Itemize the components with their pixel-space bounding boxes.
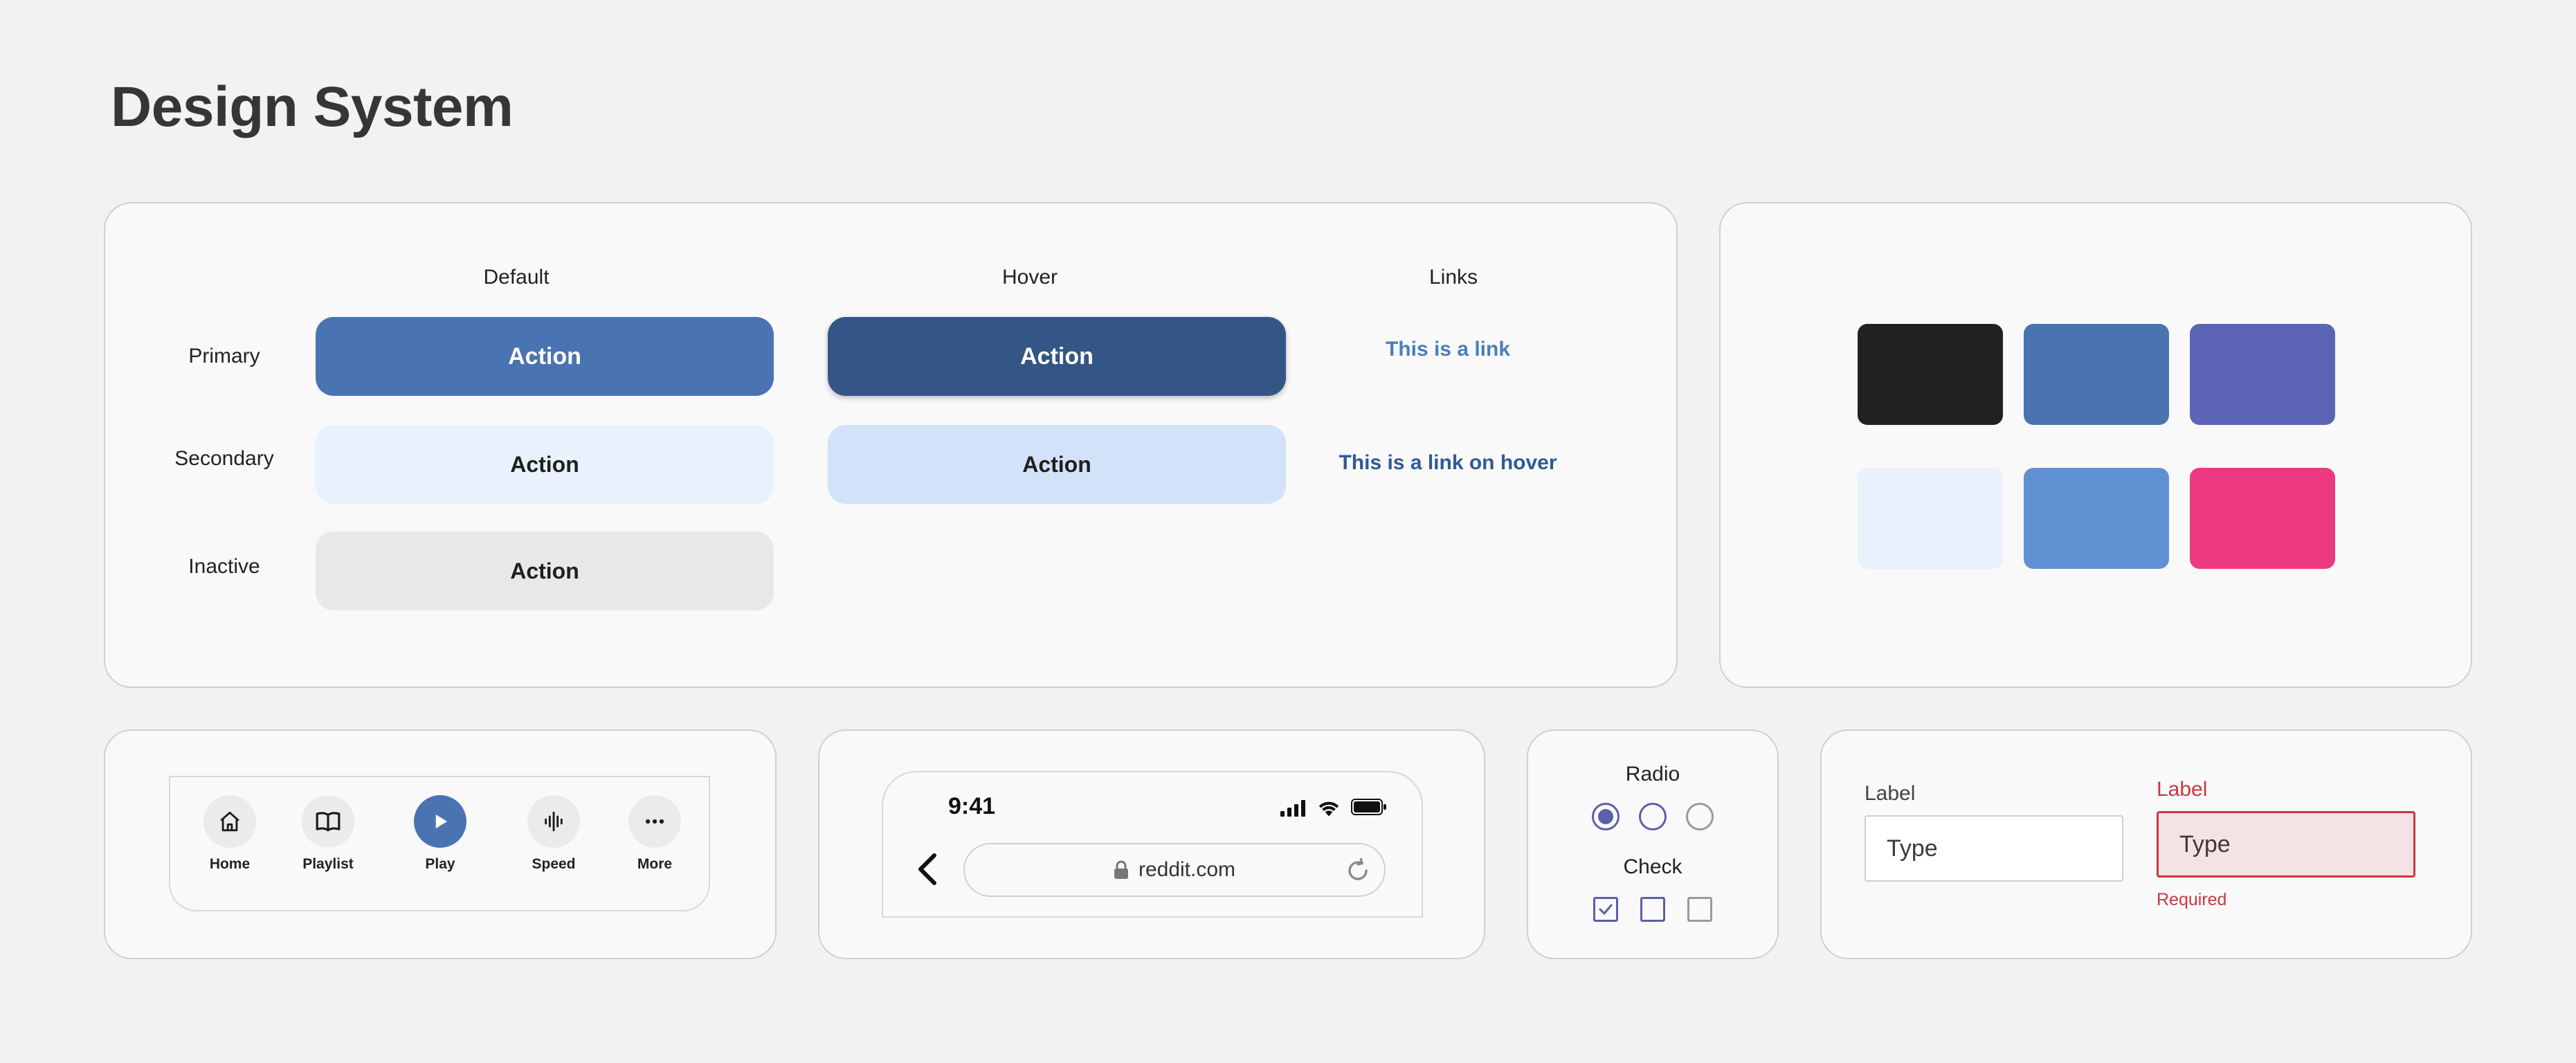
text-input[interactable] (1865, 815, 2123, 882)
inactive-action-button: Action (316, 532, 774, 610)
buttons-card: Default Hover Links Primary Secondary In… (104, 202, 1678, 688)
link-hover[interactable]: This is a link on hover (1303, 451, 1593, 475)
color-palette-card (1719, 202, 2472, 688)
secondary-action-button-hover[interactable]: Action (828, 425, 1286, 504)
lock-icon (1114, 860, 1129, 880)
row-label-primary: Primary (188, 345, 260, 367)
back-icon[interactable] (914, 850, 941, 892)
error-message: Required (2157, 890, 2227, 909)
radio-selected[interactable] (1592, 803, 1620, 830)
tab-label: More (637, 856, 673, 872)
status-time: 9:41 (948, 793, 996, 819)
tab-bar: Home Playlist Play Speed More (169, 776, 710, 911)
error-input-label: Label (2157, 778, 2208, 801)
check-icon (1599, 904, 1613, 915)
url-text: reddit.com (1138, 858, 1236, 881)
primary-action-button-hover[interactable]: Action (828, 317, 1286, 396)
row-label-inactive: Inactive (188, 555, 260, 578)
tab-label: Play (425, 856, 455, 872)
radio-unselected[interactable] (1639, 803, 1667, 830)
color-swatch-blue (2024, 324, 2169, 425)
selection-controls-card: Radio Check (1527, 729, 1779, 959)
tab-more[interactable]: More (613, 795, 696, 873)
tab-home[interactable]: Home (188, 795, 271, 873)
play-icon (414, 795, 466, 848)
column-header-default: Default (483, 266, 550, 289)
checkbox-checked[interactable] (1593, 897, 1618, 922)
tab-label: Playlist (302, 856, 354, 872)
tab-label: Speed (532, 856, 576, 872)
radio-disabled[interactable] (1686, 803, 1714, 830)
secondary-action-button[interactable]: Action (316, 425, 774, 504)
color-swatch-light-blue (1858, 468, 2003, 569)
home-icon (203, 795, 256, 848)
color-swatch-indigo (2190, 324, 2335, 425)
row-label-secondary: Secondary (174, 447, 274, 470)
reload-icon[interactable] (1345, 857, 1370, 887)
mobile-browser: 9:41 reddit.com (882, 771, 1423, 918)
signal-icon (1280, 800, 1307, 820)
radio-heading: Radio (1625, 763, 1680, 785)
book-icon (302, 795, 354, 848)
column-header-links: Links (1428, 266, 1478, 289)
tab-speed[interactable]: Speed (512, 795, 595, 873)
radio-dot (1598, 809, 1613, 824)
primary-action-button[interactable]: Action (316, 317, 774, 396)
check-heading: Check (1623, 855, 1682, 878)
tab-play[interactable]: Play (399, 795, 482, 873)
wifi-icon (1316, 797, 1341, 820)
tab-label: Home (209, 856, 251, 872)
url-bar[interactable]: reddit.com (963, 843, 1386, 897)
checkbox-unchecked[interactable] (1640, 897, 1665, 922)
column-header-hover: Hover (1001, 266, 1058, 289)
page-title: Design System (111, 75, 514, 138)
text-input-error[interactable] (2157, 811, 2415, 878)
color-swatch-black (1858, 324, 2003, 425)
battery-icon (1351, 799, 1387, 819)
color-swatch-medium-blue (2024, 468, 2169, 569)
more-icon (628, 795, 681, 848)
tab-playlist[interactable]: Playlist (287, 795, 370, 873)
link-default[interactable]: This is a link (1303, 338, 1593, 361)
color-swatch-pink (2190, 468, 2335, 569)
input-label: Label (1865, 782, 1916, 805)
checkbox-disabled[interactable] (1687, 897, 1712, 922)
text-input-card: Label Label Required (1820, 729, 2472, 959)
waveform-icon (527, 795, 580, 848)
